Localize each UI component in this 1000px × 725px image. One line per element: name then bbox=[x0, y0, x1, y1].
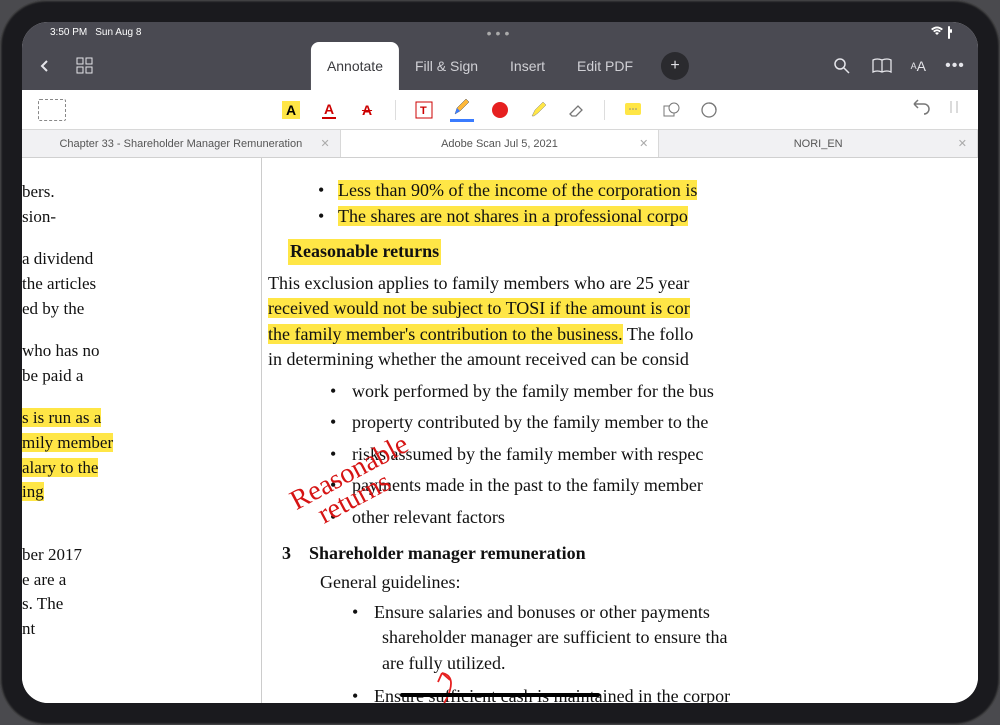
multitask-dots[interactable]: ••• bbox=[487, 26, 514, 40]
right-page[interactable]: Less than 90% of the income of the corpo… bbox=[262, 158, 978, 703]
color-picker[interactable] bbox=[488, 98, 512, 122]
status-time: 3:50 PM bbox=[50, 27, 87, 38]
undo-button[interactable] bbox=[910, 99, 932, 120]
highlighted-text: mily member bbox=[22, 433, 113, 452]
sticky-note-tool[interactable] bbox=[621, 98, 645, 122]
section-title: Shareholder manager remuneration bbox=[309, 541, 586, 567]
section-heading: Reasonable returns bbox=[288, 239, 441, 265]
tab-annotate-label: Annotate bbox=[327, 58, 383, 74]
text: in determining whether the amount receiv… bbox=[268, 349, 689, 369]
text: be paid a bbox=[22, 366, 83, 385]
text: shareholder manager are sufficient to en… bbox=[374, 625, 978, 651]
highlighted-text: received would not be subject to TOSI if… bbox=[268, 298, 690, 318]
close-icon[interactable]: ✕ bbox=[958, 137, 967, 150]
highlighted-text: The shares are not shares in a professio… bbox=[338, 206, 688, 226]
home-indicator[interactable] bbox=[400, 693, 600, 697]
pen-annotation[interactable] bbox=[392, 668, 492, 703]
grid-view-icon[interactable] bbox=[74, 55, 96, 77]
battery-icon bbox=[948, 27, 950, 38]
tab-editpdf-label: Edit PDF bbox=[577, 58, 633, 74]
text: work performed by the family member for … bbox=[352, 381, 714, 401]
tab-fillsign-label: Fill & Sign bbox=[415, 58, 478, 74]
text: General guidelines: bbox=[320, 570, 978, 596]
redo-button[interactable] bbox=[948, 99, 962, 120]
text: nt bbox=[22, 619, 35, 638]
book-icon[interactable] bbox=[871, 55, 893, 77]
doc-tab-1-label: Chapter 33 - Shareholder Manager Remuner… bbox=[59, 138, 302, 150]
close-icon[interactable]: ✕ bbox=[639, 137, 648, 150]
text-size-icon[interactable]: AAAA bbox=[911, 55, 926, 77]
highlighted-text: the family member's contribution to the … bbox=[268, 324, 623, 344]
text: a dividend bbox=[22, 249, 93, 268]
document-content[interactable]: bers. sion- a dividend the articles ed by … bbox=[22, 158, 978, 703]
left-page[interactable]: bers. sion- a dividend the articles ed by … bbox=[22, 158, 262, 703]
text: The follo bbox=[623, 324, 694, 344]
annotation-toolbar: A A A T bbox=[22, 90, 978, 130]
top-toolbar: Annotate Fill & Sign Insert Edit PDF + A… bbox=[22, 42, 978, 90]
doc-tab-1[interactable]: Chapter 33 - Shareholder Manager Remuner… bbox=[22, 130, 341, 157]
eraser-tool[interactable] bbox=[564, 98, 588, 122]
status-bar: 3:50 PM Sun Aug 8 ••• bbox=[22, 22, 978, 42]
text: s. The bbox=[22, 594, 63, 613]
text: bers. bbox=[22, 182, 55, 201]
doc-tab-3-label: NORI_EN bbox=[794, 138, 843, 150]
pen-tool[interactable] bbox=[450, 98, 474, 122]
highlighted-text: alary to the bbox=[22, 458, 98, 477]
highlight-text-tool[interactable]: A bbox=[279, 98, 303, 122]
section-number: 3 bbox=[282, 541, 291, 567]
text: This exclusion applies to family members… bbox=[268, 273, 689, 293]
tab-insert-label: Insert bbox=[510, 58, 545, 74]
close-icon[interactable]: ✕ bbox=[320, 137, 329, 150]
stamp-tool[interactable] bbox=[697, 98, 721, 122]
highlighted-text: ing bbox=[22, 482, 44, 501]
text: ed by the bbox=[22, 299, 84, 318]
highlighted-text: s is run as a bbox=[22, 408, 101, 427]
doc-tab-2[interactable]: Adobe Scan Jul 5, 2021 ✕ bbox=[341, 130, 660, 157]
text: who has no bbox=[22, 341, 99, 360]
document-tabs: Chapter 33 - Shareholder Manager Remuner… bbox=[22, 130, 978, 158]
text-box-tool[interactable]: T bbox=[412, 98, 436, 122]
tab-insert[interactable]: Insert bbox=[494, 42, 561, 90]
text: other relevant factors bbox=[352, 507, 505, 527]
tab-fill-sign[interactable]: Fill & Sign bbox=[399, 42, 494, 90]
more-icon[interactable]: ••• bbox=[944, 55, 966, 77]
tab-annotate[interactable]: Annotate bbox=[311, 42, 399, 90]
text: ber 2017 bbox=[22, 545, 82, 564]
search-icon[interactable] bbox=[831, 55, 853, 77]
highlighter-tool[interactable] bbox=[526, 98, 550, 122]
selection-tool-icon[interactable] bbox=[38, 99, 66, 121]
text: e are a bbox=[22, 570, 66, 589]
text: the articles bbox=[22, 274, 96, 293]
underline-tool[interactable]: A bbox=[317, 98, 341, 122]
svg-text:T: T bbox=[420, 105, 427, 117]
text: sion- bbox=[22, 207, 56, 226]
highlighted-text: Less than 90% of the income of the corpo… bbox=[338, 180, 697, 200]
shape-tool[interactable] bbox=[659, 98, 683, 122]
back-button[interactable] bbox=[34, 55, 56, 77]
strikethrough-tool[interactable]: A bbox=[355, 98, 379, 122]
doc-tab-2-label: Adobe Scan Jul 5, 2021 bbox=[441, 138, 558, 150]
wifi-icon bbox=[930, 26, 944, 39]
add-tab-button[interactable]: + bbox=[661, 52, 689, 80]
status-date: Sun Aug 8 bbox=[95, 27, 141, 38]
text: Ensure salaries and bonuses or other pay… bbox=[374, 602, 710, 622]
doc-tab-3[interactable]: NORI_EN ✕ bbox=[659, 130, 978, 157]
tab-edit-pdf[interactable]: Edit PDF bbox=[561, 42, 649, 90]
